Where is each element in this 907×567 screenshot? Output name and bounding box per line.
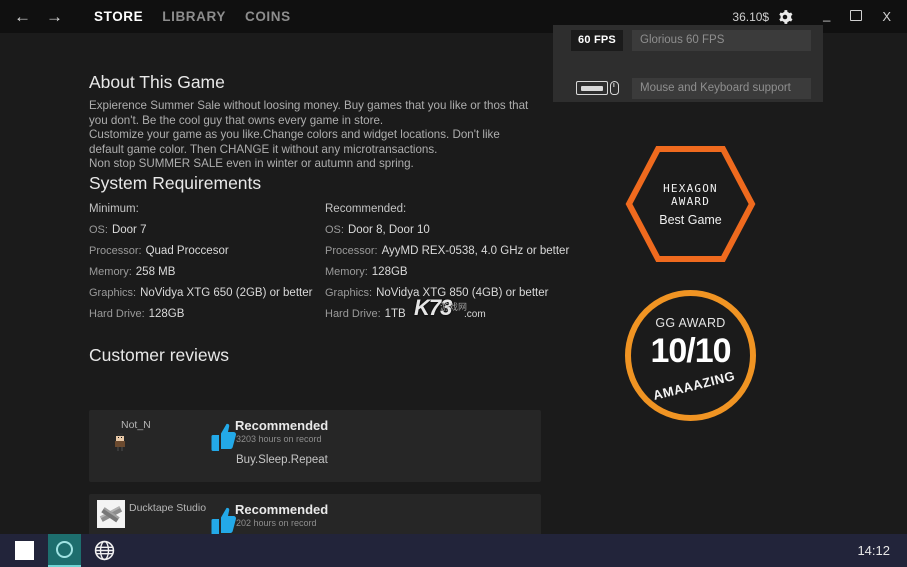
minimum-os-value: Door 7 <box>111 224 147 236</box>
feature-row-input: Mouse and Keyboard support <box>571 77 811 99</box>
start-square-icon[interactable] <box>0 534 48 567</box>
minimum-processor-value: Quad Proccesor <box>145 245 229 257</box>
tab-store[interactable]: STORE <box>94 9 143 24</box>
minimum-requirements-column: Minimum: OS: Door 7 Processor: Quad Procce… <box>89 203 325 329</box>
about-paragraph-3: Non stop SUMMER SALE even in winter or a… <box>89 157 414 171</box>
thumbs-up-icon <box>209 506 237 536</box>
recommended-os-label: OS: <box>325 224 344 236</box>
recommended-row-processor: Processor: AyyMD REX-0538, 4.0 GHz or bet… <box>325 245 569 257</box>
minimum-row-processor: Processor: Quad Proccesor <box>89 245 325 257</box>
minimum-memory-label: Memory: <box>89 266 132 278</box>
recommended-harddrive-label: Hard Drive: <box>325 308 381 320</box>
customer-reviews-heading: Customer reviews <box>89 345 230 365</box>
wallet-balance: 36.10$ <box>732 9 770 24</box>
minimum-row-memory: Memory: 258 MB <box>89 266 325 278</box>
about-this-game-body: Expierence Summer Sale without loosing m… <box>89 99 533 172</box>
recommended-processor-value: AyyMD REX-0538, 4.0 GHz or better <box>381 245 570 257</box>
review-hours-on-record: 3203 hours on record <box>236 434 322 444</box>
hexagon-award-line3: Best Game <box>659 212 722 227</box>
recommended-row-os: OS: Door 8, Door 10 <box>325 224 549 236</box>
pixel-character-avatar <box>105 427 135 457</box>
recommended-graphics-label: Graphics: <box>325 287 373 299</box>
main-tabs: STORE LIBRARY COINS <box>94 9 291 24</box>
review-author: Not_N <box>121 419 151 431</box>
recommended-row-harddrive: Hard Drive: 1TB <box>325 308 549 320</box>
recommended-processor-label: Processor: <box>325 245 378 257</box>
navigation-arrows: ← → <box>14 8 63 25</box>
arrow-left-icon[interactable]: ← <box>14 8 31 25</box>
recommended-graphics-value: NoVidya XTG 850 (4GB) or better <box>376 287 549 299</box>
thumbs-up-icon <box>209 422 237 452</box>
keyboard-icon <box>575 81 608 95</box>
feature-label-input: Mouse and Keyboard support <box>632 77 811 99</box>
minimum-graphics-value: NoVidya XTG 650 (2GB) or better <box>140 287 313 299</box>
recommended-row-graphics: Graphics: NoVidya XTG 850 (4GB) or better <box>325 287 549 299</box>
os-taskbar: 14:12 <box>0 534 907 567</box>
minimum-os-label: OS: <box>89 224 108 236</box>
minimum-graphics-label: Graphics: <box>89 287 137 299</box>
review-card[interactable]: Not_N Recommended 3203 hours on record B… <box>89 410 541 482</box>
globe-icon[interactable] <box>81 534 127 567</box>
taskbar-clock[interactable]: 14:12 <box>857 543 890 558</box>
circle-app-icon[interactable] <box>48 534 81 567</box>
feature-row-fps: 60 FPS Glorious 60 FPS <box>571 29 811 51</box>
hexagon-award-line1: HEXAGON <box>663 181 718 195</box>
game-features-panel: 60 FPS Glorious 60 FPS Mouse and Keyboar… <box>553 25 823 102</box>
review-body-text: Buy.Sleep.Repeat <box>236 454 328 466</box>
system-requirements-table: Minimum: OS: Door 7 Processor: Quad Procce… <box>89 203 569 329</box>
tab-coins[interactable]: COINS <box>245 9 291 24</box>
keyboard-mouse-icon <box>571 77 623 99</box>
recommended-memory-value: 128GB <box>371 266 408 278</box>
close-button[interactable]: X <box>882 10 891 23</box>
recommended-harddrive-value: 1TB <box>384 308 406 320</box>
system-requirements-heading: System Requirements <box>89 173 262 193</box>
review-verdict: Recommended <box>235 418 329 433</box>
store-page-content: About This Game Expierence Summer Sale w… <box>0 33 569 564</box>
minimum-harddrive-label: Hard Drive: <box>89 308 145 320</box>
gg-award-score: 10/10 <box>650 332 731 370</box>
minimize-button[interactable]: _ <box>823 8 830 21</box>
about-paragraph-2: Customize your game as you like.Change c… <box>89 128 500 156</box>
ducktape-logo-avatar <box>97 500 125 528</box>
minimum-memory-value: 258 MB <box>135 266 176 278</box>
review-hours-on-record: 202 hours on record <box>236 518 317 528</box>
hexagon-award-badge: HEXAGON AWARD Best Game <box>625 145 756 263</box>
recommended-requirements-column: Recommended: OS: Door 8, Door 10 Processo… <box>325 203 569 329</box>
minimum-heading: Minimum: <box>89 203 139 215</box>
minimum-harddrive-value: 128GB <box>148 308 185 320</box>
arrow-right-icon[interactable]: → <box>46 8 63 25</box>
recommended-memory-label: Memory: <box>325 266 368 278</box>
minimum-processor-label: Processor: <box>89 245 142 257</box>
maximize-button[interactable] <box>850 10 863 23</box>
gear-icon[interactable] <box>777 9 793 25</box>
tab-library[interactable]: LIBRARY <box>162 9 226 24</box>
review-verdict: Recommended <box>235 502 329 517</box>
recommended-row-memory: Memory: 128GB <box>325 266 549 278</box>
recommended-heading: Recommended: <box>325 203 407 215</box>
feature-label-fps: Glorious 60 FPS <box>632 29 811 51</box>
minimum-row-os: OS: Door 7 <box>89 224 325 236</box>
window-controls: _ X <box>823 8 891 25</box>
minimum-row-graphics: Graphics: NoVidya XTG 650 (2GB) or better <box>89 287 325 299</box>
gg-award-title: GG AWARD <box>655 316 726 330</box>
recommended-os-value: Door 8, Door 10 <box>347 224 430 236</box>
minimum-row-harddrive: Hard Drive: 128GB <box>89 308 325 320</box>
fps-badge-icon: 60 FPS <box>571 29 623 51</box>
about-paragraph-1: Expierence Summer Sale without loosing m… <box>89 99 529 127</box>
mouse-icon <box>609 81 619 95</box>
review-author: Ducktape Studio <box>129 502 207 514</box>
hexagon-award-text: HEXAGON AWARD Best Game <box>625 145 756 263</box>
hexagon-award-line2: AWARD <box>670 194 711 208</box>
gg-award-badge: GG AWARD 10/10 AMAAAZING <box>625 290 756 421</box>
app-window: ← → STORE LIBRARY COINS 36.10$ _ X About… <box>0 0 907 567</box>
about-this-game-heading: About This Game <box>89 72 225 92</box>
